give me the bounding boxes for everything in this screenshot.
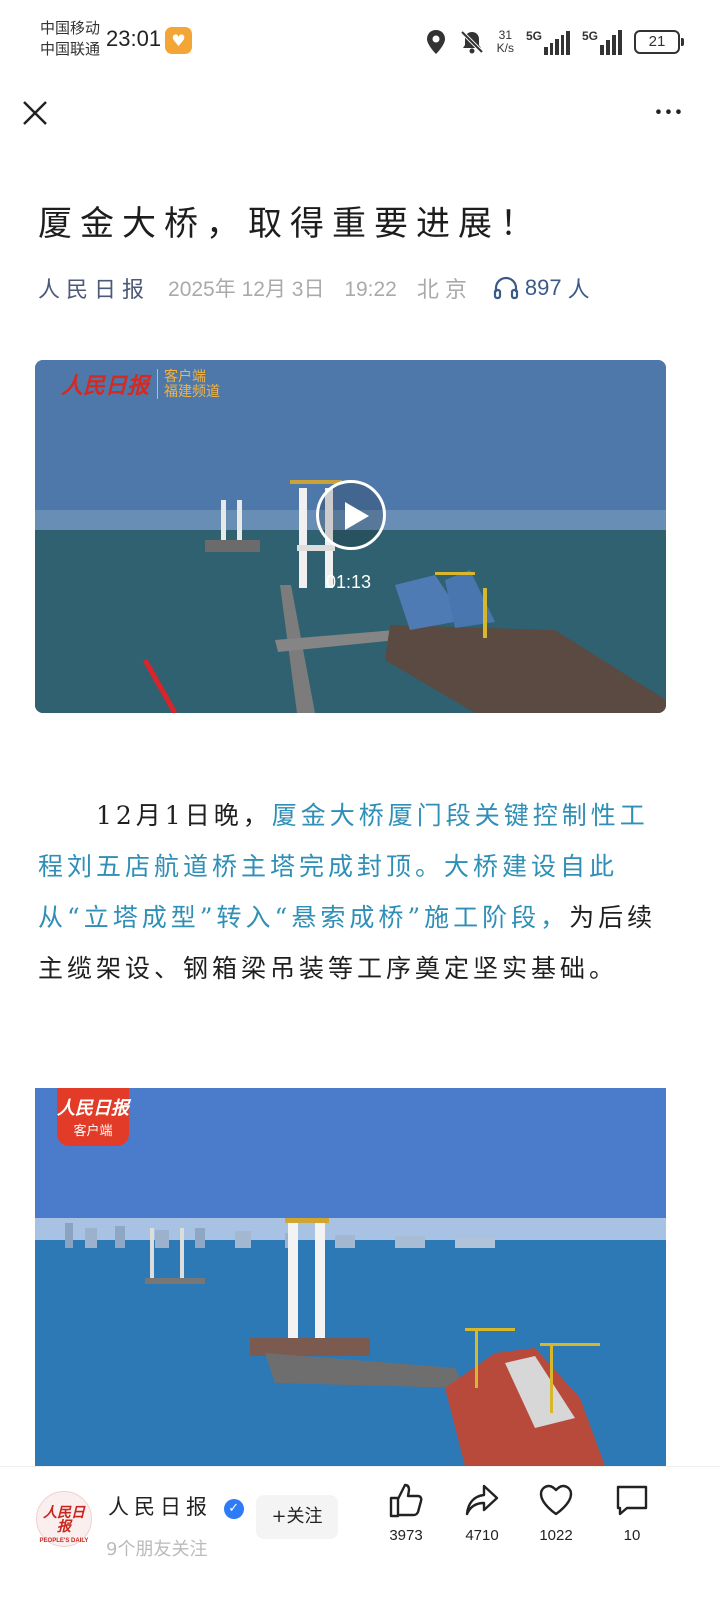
article-title: 厦金大桥，取得重要进展！ bbox=[38, 204, 542, 244]
comment-button[interactable]: 10 bbox=[597, 1481, 667, 1544]
net-speed: 31 K/s bbox=[496, 28, 514, 55]
follow-button[interactable]: +关注 bbox=[256, 1495, 338, 1539]
carrier-2: 中国联通 bbox=[40, 40, 101, 58]
battery-indicator: 21 bbox=[634, 30, 684, 54]
bridge-photo-image bbox=[35, 1088, 666, 1466]
bottom-action-bar: 人民日报 PEOPLE'S DAILY 人民日报 ✓ 9个朋友关注 +关注 39… bbox=[0, 1466, 720, 1610]
article-date: 2025年 12月 3日 19:22 bbox=[168, 277, 397, 301]
heart-icon bbox=[539, 1484, 573, 1516]
article-meta: 人民日报 2025年 12月 3日 19:22 北京 897 人 bbox=[38, 272, 590, 304]
signal-2-icon: 5G bbox=[582, 29, 622, 55]
carrier-1: 中国移动 bbox=[40, 19, 101, 37]
play-button[interactable] bbox=[316, 480, 386, 550]
carrier-labels: 中国移动 中国联通 bbox=[40, 18, 100, 60]
video-duration: 01:13 bbox=[326, 572, 372, 592]
video-player[interactable]: 人民日报 客户端 福建频道 01:13 bbox=[35, 360, 666, 713]
like-button[interactable]: 3973 bbox=[371, 1481, 441, 1544]
status-time: 23:01 bbox=[106, 26, 162, 51]
close-icon[interactable] bbox=[20, 98, 50, 128]
share-arrow-icon bbox=[465, 1484, 499, 1516]
article-paragraph: 12月1日晚，厦金大桥厦门段关键控制性工程刘五店航道桥主塔完成封顶。大桥建设自此… bbox=[38, 790, 668, 994]
share-button[interactable]: 4710 bbox=[447, 1481, 517, 1544]
para-lead: 12月1日晚， bbox=[96, 801, 272, 830]
article-source[interactable]: 人民日报 bbox=[38, 272, 150, 304]
status-bar: 中国移动 中国联通 23:01 ♥ 31 K/s 5G 5G 21 bbox=[0, 0, 720, 86]
thumbs-up-icon bbox=[389, 1483, 423, 1518]
video-logo: 人民日报 客户端 福建频道 bbox=[61, 368, 221, 399]
more-options-icon[interactable] bbox=[652, 104, 688, 124]
account-avatar[interactable]: 人民日报 PEOPLE'S DAILY bbox=[36, 1491, 92, 1547]
status-icons: 31 K/s 5G 5G 21 bbox=[425, 22, 684, 62]
favorite-button[interactable]: 1022 bbox=[521, 1481, 591, 1544]
listener-count: 897 bbox=[524, 275, 562, 300]
notification-heart-icon: ♥ bbox=[165, 27, 192, 54]
listen-button[interactable]: 897 人 bbox=[493, 272, 590, 304]
article-location: 北京 bbox=[416, 278, 473, 303]
photo-logo: 人民日报 客户端 bbox=[57, 1088, 129, 1146]
headphones-icon bbox=[493, 276, 518, 300]
friends-following: 9个朋友关注 bbox=[106, 1539, 208, 1560]
location-icon bbox=[426, 30, 445, 54]
article-photo[interactable]: 人民日报 客户端 bbox=[35, 1088, 666, 1466]
signal-1-icon: 5G bbox=[526, 29, 570, 55]
account-name[interactable]: 人民日报 ✓ bbox=[108, 1491, 244, 1521]
comment-bubble-icon bbox=[616, 1485, 648, 1516]
verified-badge-icon: ✓ bbox=[223, 1499, 244, 1519]
bell-muted-icon bbox=[460, 30, 484, 54]
